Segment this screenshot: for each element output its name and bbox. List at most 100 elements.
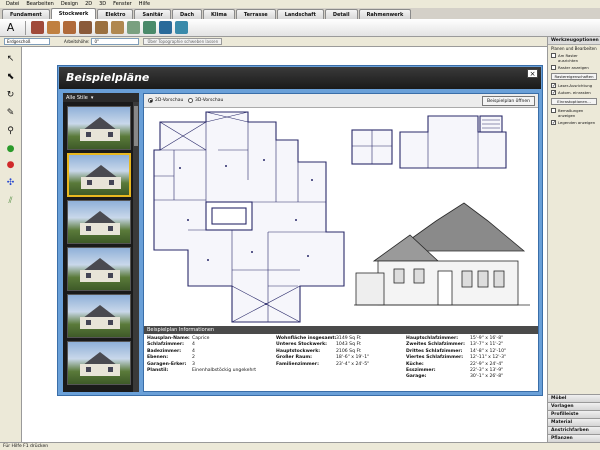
scrollbar-thumb[interactable]: [134, 106, 138, 146]
style-filter-dropdown[interactable]: Alle Stile ▾: [63, 93, 139, 102]
tab-stockwerk[interactable]: Stockwerk: [50, 8, 97, 19]
info-key: Planstil:: [147, 368, 169, 374]
show-legends-checkbox[interactable]: ✓ Legenden anzeigen: [548, 119, 600, 126]
preview-2d-radio[interactable]: 2D-Vorschau: [148, 98, 183, 103]
menu-fenster[interactable]: Fenster: [113, 1, 132, 7]
plan-info-column-2: Wohnfläche insgesamt: 3149 Sq Ft Unteres …: [276, 336, 369, 368]
tab-detail[interactable]: Detail: [324, 9, 358, 19]
house-window-shape: [109, 180, 114, 185]
accordion-moebel[interactable]: Möbel: [548, 394, 600, 402]
plan-thumbnail-selected[interactable]: [67, 153, 131, 197]
select-arrow-icon[interactable]: ↖: [4, 53, 17, 65]
snap-to-grid-label: Am Raster ausrichten: [558, 53, 579, 63]
dialog-title: Beispielpläne: [66, 71, 150, 84]
node-icon[interactable]: ✣: [4, 177, 17, 189]
info-row-garage: Garage: 30'-1" x 26'-8": [406, 374, 506, 380]
show-grid-label: Raster anzeigen: [558, 65, 589, 70]
window-tool-icon[interactable]: [79, 21, 92, 34]
plan-preview-pane: 2D-Vorschau 3D-Vorschau Beispielplan öff…: [143, 93, 539, 392]
auto-snap-checkbox[interactable]: ✓ Autom. einrasten: [548, 89, 600, 96]
wall-tool-icon[interactable]: [31, 21, 44, 34]
info-value: 23'-4" x 24'-5": [336, 361, 370, 367]
house-window-shape: [87, 180, 92, 185]
show-dimensions-checkbox[interactable]: Bemaßungen anzeigen: [548, 107, 600, 119]
house-window-shape: [86, 320, 91, 325]
menu-2d[interactable]: 2D: [85, 1, 92, 7]
menu-3d[interactable]: 3D: [99, 1, 106, 7]
radio-dot: [148, 98, 153, 103]
accordion-pflanzen[interactable]: Pflanzen: [548, 434, 600, 442]
tab-terrasse[interactable]: Terrasse: [235, 9, 276, 19]
magnifier-icon[interactable]: ⚲: [4, 125, 17, 137]
laser-align-checkbox[interactable]: ✓ Laser-Ausrichtung: [548, 82, 600, 89]
plan-thumbnail[interactable]: [67, 341, 131, 385]
info-value: 30'-1" x 26'-8": [470, 374, 504, 380]
plan-thumbnail[interactable]: [67, 247, 131, 291]
menu-design[interactable]: Design: [61, 1, 78, 7]
cabinet-tool-icon[interactable]: [175, 21, 188, 34]
workheight-input[interactable]: 0": [91, 38, 140, 45]
tab-klima[interactable]: Klima: [203, 9, 235, 19]
accordion-vorlagen[interactable]: Vorlagen: [548, 402, 600, 410]
beam-tool-icon[interactable]: [159, 21, 172, 34]
menu-bearbeiten[interactable]: Bearbeiten: [26, 1, 53, 7]
tool-options-title: Werkzeugoptionen: [548, 37, 600, 45]
house-window-shape: [108, 367, 113, 372]
floor-plan-drawing: [153, 111, 345, 323]
fence-tool-icon[interactable]: [127, 21, 140, 34]
column-tool-icon[interactable]: [111, 21, 124, 34]
railing-tool-icon[interactable]: [143, 21, 156, 34]
workheight-value: 0": [94, 39, 99, 44]
tab-elektro[interactable]: Elektro: [97, 9, 134, 19]
floor-select[interactable]: Erdgeschoß: [4, 38, 50, 45]
tab-sanitaer[interactable]: Sanitär: [134, 9, 171, 19]
topography-button[interactable]: Über Topographie schweben lassen: [143, 38, 223, 45]
plan-thumbnail[interactable]: [67, 106, 131, 150]
plan-thumbnail[interactable]: [67, 200, 131, 244]
chevron-down-icon: ▾: [90, 94, 94, 101]
accordion-anstrichfarben[interactable]: Anstrichfarben: [548, 426, 600, 434]
checkbox-checked-box: ✓: [551, 90, 557, 96]
dialog-title-bar[interactable]: Beispielpläne ×: [59, 67, 541, 89]
show-grid-checkbox[interactable]: Raster anzeigen: [548, 64, 600, 71]
info-key: Familienzimmer:: [276, 361, 319, 367]
ruler-icon[interactable]: ⫽: [4, 195, 17, 207]
open-sample-plan-button[interactable]: Beispielplan öffnen: [481, 96, 535, 106]
tab-fundament[interactable]: Fundament: [2, 9, 50, 19]
tab-dach[interactable]: Dach: [171, 9, 203, 19]
snap-to-grid-checkbox[interactable]: Am Raster ausrichten: [548, 52, 600, 64]
thumbnail-scrollbar[interactable]: [133, 102, 139, 392]
house-window-shape: [108, 273, 113, 278]
plan-info-header: Beispielplan Informationen: [144, 326, 538, 334]
house-window-shape: [108, 132, 113, 137]
add-green-icon[interactable]: ●: [4, 143, 17, 155]
room-tool-icon[interactable]: [47, 21, 60, 34]
menu-hilfe[interactable]: Hilfe: [139, 1, 150, 7]
accordion-material[interactable]: Material: [548, 418, 600, 426]
pencil-icon[interactable]: ✎: [4, 107, 17, 119]
close-icon[interactable]: ×: [527, 69, 538, 78]
grid-properties-button[interactable]: Rastereigenschaften: [551, 73, 597, 80]
floor-select-value: Erdgeschoß: [7, 39, 31, 44]
pointer-icon[interactable]: ⬉: [4, 71, 17, 83]
delete-red-icon[interactable]: ●: [4, 159, 17, 171]
menu-datei[interactable]: Datei: [6, 1, 19, 7]
accordion-profilleiste[interactable]: Profilleiste: [548, 410, 600, 418]
stairs-tool-icon[interactable]: [95, 21, 108, 34]
snap-options-button[interactable]: Einrastoptionen...: [551, 98, 597, 105]
house-window-shape: [86, 132, 91, 137]
checkbox-checked-box: ✓: [551, 83, 557, 89]
info-value: Einenhalbstöckig ungekehrt: [192, 368, 257, 374]
text-tool-icon[interactable]: A: [4, 21, 17, 34]
info-row-family-room: Familienzimmer: 23'-4" x 24'-5": [276, 362, 369, 368]
tab-rahmenwerk[interactable]: Rahmenwerk: [358, 9, 412, 19]
preview-3d-radio[interactable]: 3D-Vorschau: [188, 98, 223, 103]
rotate-icon[interactable]: ↻: [4, 89, 17, 101]
radio-dot: [188, 98, 193, 103]
info-row-plan-style: Planstil: Einenhalbstöckig ungekehrt: [147, 368, 256, 374]
plan-thumbnail[interactable]: [67, 294, 131, 338]
door-tool-icon[interactable]: [63, 21, 76, 34]
checkbox-box: [551, 65, 556, 70]
tab-landschaft[interactable]: Landschaft: [276, 9, 324, 19]
show-dimensions-label: Bemaßungen anzeigen: [558, 108, 584, 118]
